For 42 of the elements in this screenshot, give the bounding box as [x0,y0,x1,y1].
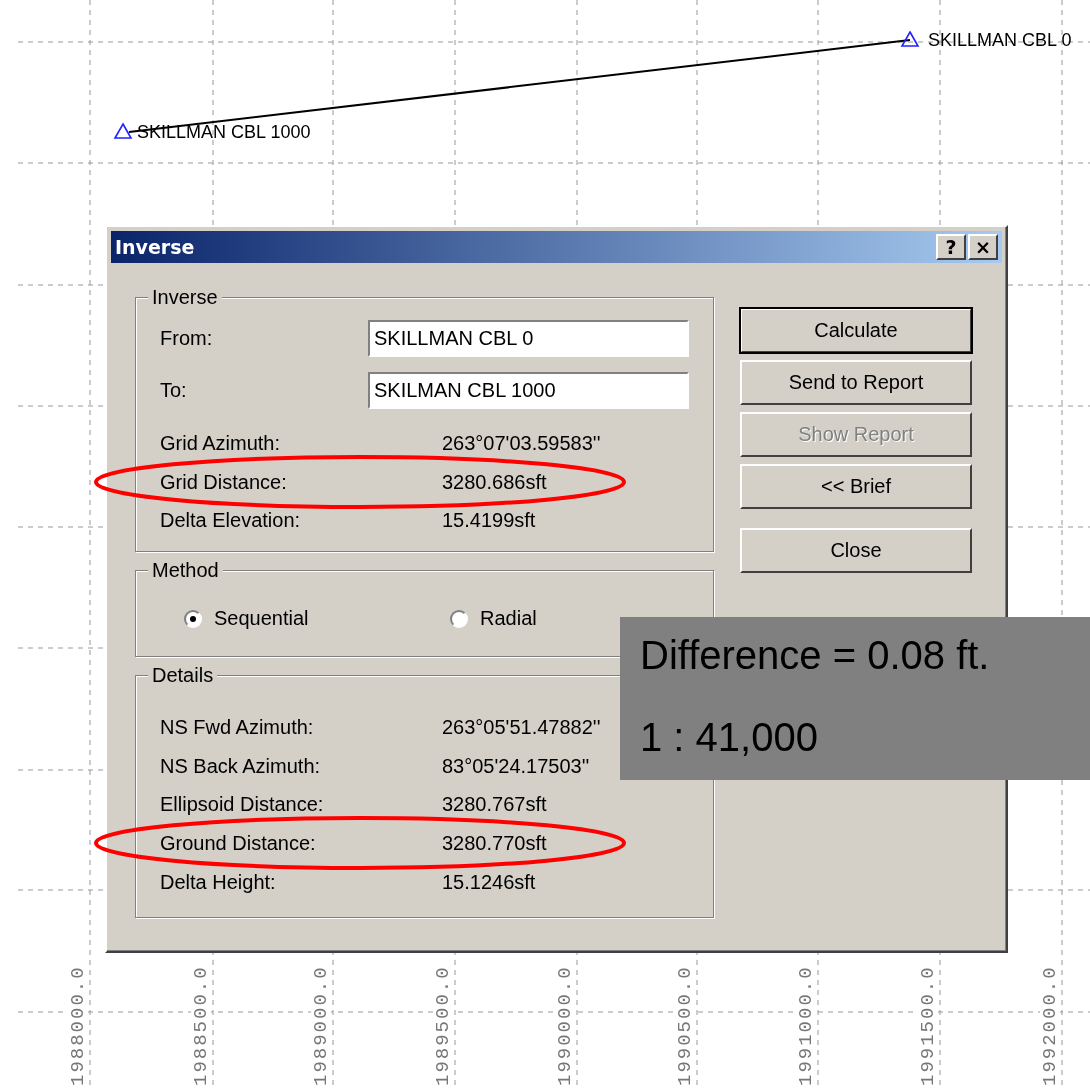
dialog-button[interactable]: Send to Report [740,360,972,405]
dialog-button[interactable]: Calculate [740,308,972,353]
axis-tick-label: 1991000.0 [796,965,816,1086]
row-value: 3280.770sft [442,831,547,855]
radio-option[interactable]: Sequential [184,607,450,630]
point-label: SKILLMAN CBL 0 [928,29,1072,52]
window-title: Inverse [115,236,195,258]
triangle-icon [113,122,133,139]
row-value: 83°05'24.17503'' [442,754,590,778]
input-field[interactable]: SKILMAN CBL 1000 [368,372,689,409]
row-label: Grid Distance: [160,470,288,494]
row-label: NS Back Azimuth: [160,754,322,778]
help-button[interactable]: ? [936,234,966,260]
row-value: 15.4199sft [442,509,536,533]
field-label: From: [160,327,214,350]
dialog-button[interactable]: Close [740,528,972,573]
row-label: Delta Height: [160,870,277,894]
input-field[interactable]: SKILLMAN CBL 0 [368,320,689,357]
triangle-icon [900,30,920,47]
row-value: 3280.686sft [442,470,547,494]
row-label: Delta Elevation: [160,509,302,533]
row-label: Grid Azimuth: [160,431,282,455]
dialog-button[interactable]: << Brief [740,464,972,509]
row-value: 263°07'03.59583'' [442,431,601,455]
radio-option[interactable]: Radial [450,607,537,630]
row-label: Ellipsoid Distance: [160,793,325,817]
row-label: NS Fwd Azimuth: [160,715,315,739]
row-value: 263°05'51.47882'' [442,715,601,739]
annotation-text: Difference = 0.08 ft. [640,632,991,679]
axis-tick-label: 1992000.0 [1040,965,1060,1086]
field-label: To: [160,379,188,402]
axis-tick-label: 1989000.0 [311,965,331,1086]
close-button[interactable]: × [968,234,998,260]
axis-tick-label: 1990500.0 [675,965,695,1086]
row-value: 3280.767sft [442,793,547,817]
row-value: 15.1246sft [442,870,536,894]
axis-tick-label: 1988500.0 [191,965,211,1086]
axis-tick-label: 1990000.0 [555,965,575,1086]
axis-tick-label: 1989500.0 [433,965,453,1086]
point-label: SKILLMAN CBL 1000 [137,121,311,144]
row-label: Ground Distance: [160,831,317,855]
annotation-text: 1 : 41,000 [640,714,819,761]
